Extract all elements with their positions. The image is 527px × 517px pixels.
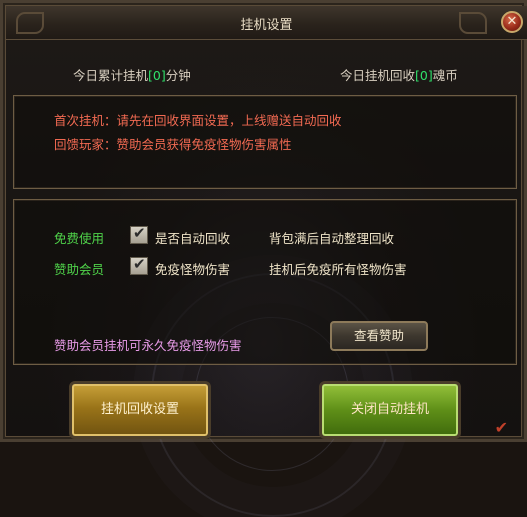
option-label-sponsor: 赞助会员	[54, 262, 105, 277]
option-label-free: 免费使用	[54, 231, 105, 246]
close-icon: ✕	[506, 14, 518, 29]
notice-panel: 首次挂机：请先在回收界面设置，上线赠送自动回收 回馈玩家：赞助会员获得免疫怪物伤…	[13, 95, 517, 189]
recycle-coins-value: [0]	[415, 68, 433, 83]
auto-hangup-settings-window: 挂机设置 ✕ 今日累计挂机[0]分钟 今日挂机回收[0]魂币 首次挂机：请先在回…	[0, 0, 527, 517]
today-recycle-coins: 今日挂机回收[0]魂币	[340, 68, 458, 83]
checkmark-icon-corner: ✔	[494, 418, 508, 437]
close-auto-hangup-button[interactable]: 关闭自动挂机	[319, 381, 461, 439]
immune-damage-checkbox[interactable]: ✔	[130, 255, 148, 275]
checkmark-icon: ✔	[133, 224, 146, 242]
immune-damage-description: 挂机后免疫所有怪物伤害	[269, 262, 407, 277]
title-bar: 挂机设置 ✕	[6, 6, 527, 40]
notice-feedback: 回馈玩家：赞助会员获得免疫怪物伤害属性	[54, 137, 292, 152]
close-button[interactable]: ✕	[501, 11, 523, 33]
notice-first-hangup: 首次挂机：请先在回收界面设置，上线赠送自动回收	[54, 113, 342, 128]
sponsor-hint: 赞助会员挂机可永久免疫怪物伤害	[54, 338, 242, 353]
auto-recycle-description: 背包满后自动整理回收	[269, 231, 395, 246]
options-panel: 免费使用 ✔ 是否自动回收 背包满后自动整理回收 赞助会员 ✔ 免疫怪物伤害 挂…	[13, 199, 517, 365]
hangup-minutes-value: [0]	[148, 68, 166, 83]
checkmark-icon: ✔	[133, 255, 146, 273]
auto-recycle-label: 是否自动回收	[155, 231, 231, 246]
title-ornament-right	[459, 12, 487, 34]
window-title: 挂机设置	[240, 18, 293, 33]
immune-damage-label: 免疫怪物伤害	[155, 262, 231, 277]
recycle-settings-button[interactable]: 挂机回收设置	[69, 381, 211, 439]
auto-recycle-checkbox[interactable]: ✔	[130, 224, 148, 244]
today-hangup-minutes: 今日累计挂机[0]分钟	[73, 68, 191, 83]
view-sponsor-button[interactable]: 查看赞助	[330, 321, 428, 351]
